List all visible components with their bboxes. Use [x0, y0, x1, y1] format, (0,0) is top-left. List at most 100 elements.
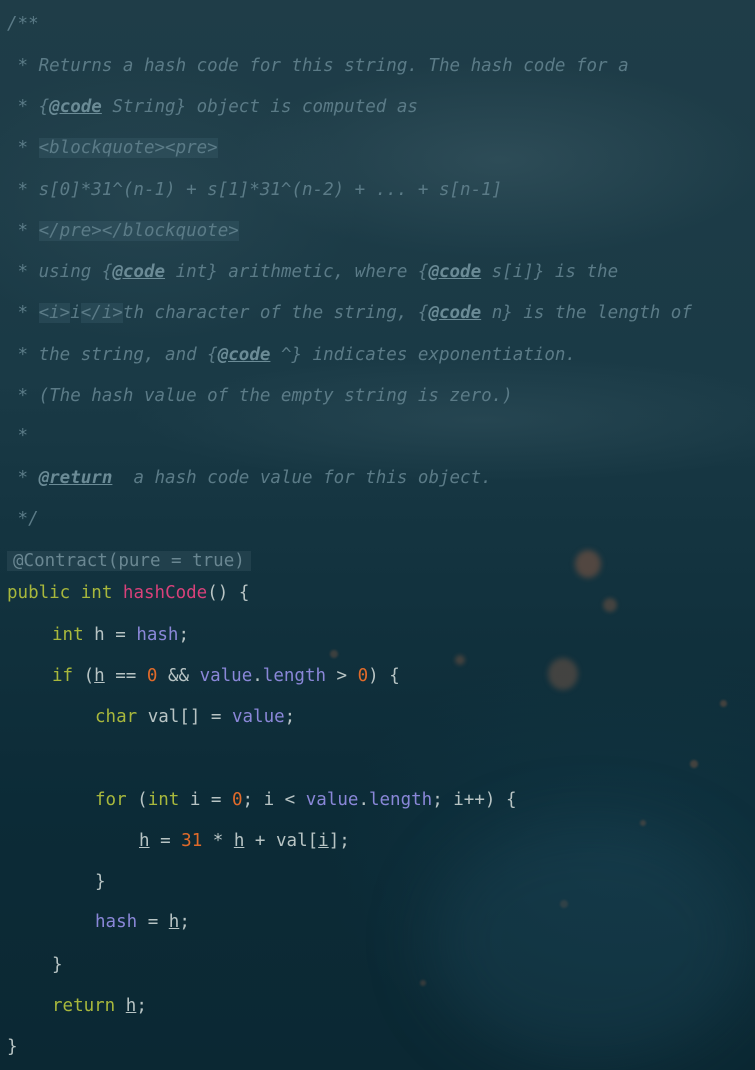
- number-literal: 0: [146, 666, 158, 686]
- code-line[interactable]: if (h == 0 && value.length > 0) {: [52, 664, 400, 688]
- doc-text: ^} indicates exponentiation.: [270, 345, 576, 365]
- variable-h[interactable]: h: [169, 912, 180, 932]
- code-punctuation: ==: [104, 666, 147, 686]
- field-hash[interactable]: hash: [136, 625, 178, 645]
- code-punctuation: =: [104, 625, 137, 645]
- field-value[interactable]: value: [306, 790, 359, 810]
- background-haze: [430, 820, 750, 1060]
- code-line[interactable]: }: [7, 1035, 18, 1059]
- number-literal: 0: [231, 790, 243, 810]
- doc-text: * using {: [7, 262, 113, 282]
- background-lantern-6: [640, 820, 646, 826]
- doc-comment-open[interactable]: /**: [7, 12, 39, 36]
- code-text: i =: [179, 790, 232, 810]
- doc-return-tag: @return: [38, 468, 113, 488]
- doc-code-tag: @code: [428, 303, 482, 323]
- doc-html-tag: </i>: [80, 303, 123, 323]
- field-value[interactable]: value: [232, 707, 285, 727]
- doc-code-tag: @code: [49, 97, 102, 117]
- number-literal: 0: [357, 666, 369, 686]
- code-line[interactable]: h = 31 * h + val[i];: [139, 829, 350, 853]
- int-keyword: int: [147, 790, 180, 810]
- code-punctuation: (: [126, 790, 148, 810]
- code-line[interactable]: }: [52, 953, 63, 977]
- code-line[interactable]: char val[] = value;: [95, 705, 295, 729]
- doc-comment-line[interactable]: *: [7, 424, 29, 448]
- doc-text: int} arithmetic, where {: [165, 262, 429, 282]
- field-hash[interactable]: hash: [95, 912, 137, 932]
- doc-comment-close[interactable]: */: [7, 507, 39, 531]
- doc-html-tag: </pre></blockquote>: [38, 221, 239, 241]
- code-punctuation: =: [137, 912, 169, 932]
- variable-h[interactable]: h: [94, 625, 105, 645]
- code-line[interactable]: hash = h;: [95, 910, 190, 934]
- doc-text: *: [7, 468, 39, 488]
- code-line[interactable]: }: [95, 870, 106, 894]
- int-keyword: int: [80, 583, 113, 603]
- doc-text: n} is the length of: [481, 303, 692, 323]
- doc-code-tag: @code: [428, 262, 482, 282]
- doc-comment-line[interactable]: * using {@code int} arithmetic, where {@…: [7, 260, 619, 284]
- code-punctuation: ;: [136, 996, 147, 1016]
- doc-comment-line[interactable]: * <blockquote><pre>: [7, 136, 218, 160]
- variable-h[interactable]: h: [126, 996, 137, 1016]
- public-keyword: public: [7, 583, 71, 603]
- doc-text: String} object is computed as: [101, 97, 418, 117]
- if-keyword: if: [52, 666, 74, 686]
- code-line[interactable]: for (int i = 0; i < value.length; i++) {: [95, 788, 517, 812]
- doc-comment-line[interactable]: * the string, and {@code ^} indicates ex…: [7, 343, 576, 367]
- background-lantern-4: [455, 655, 465, 665]
- doc-text: *: [7, 303, 39, 323]
- doc-text: *: [7, 138, 39, 158]
- background-lantern-3: [603, 598, 617, 612]
- code-punctuation: () {: [207, 583, 250, 603]
- code-text: val[] =: [137, 707, 232, 727]
- code-punctuation: .: [358, 790, 369, 810]
- doc-text: * the string, and {: [7, 345, 218, 365]
- doc-comment-line[interactable]: * Returns a hash code for this string. T…: [7, 54, 629, 78]
- doc-comment-line[interactable]: * s[0]*31^(n-1) + s[1]*31^(n-2) + ... + …: [7, 178, 503, 202]
- code-line[interactable]: return h;: [52, 994, 147, 1018]
- doc-text: * {: [7, 97, 50, 117]
- background-lantern-5: [690, 760, 698, 768]
- method-name[interactable]: hashCode: [123, 583, 207, 603]
- doc-html-tag: <i>: [38, 303, 71, 323]
- background-lantern-1: [575, 550, 601, 578]
- code-text: + val[: [244, 831, 319, 851]
- doc-text: a hash code value for this object.: [112, 468, 492, 488]
- code-punctuation: =: [149, 831, 182, 851]
- background-lantern-7: [720, 700, 727, 707]
- doc-comment-line[interactable]: * </pre></blockquote>: [7, 219, 239, 243]
- variable-h[interactable]: h: [139, 831, 150, 851]
- method-signature-line[interactable]: public int hashCode() {: [7, 581, 249, 605]
- code-punctuation: *: [202, 831, 234, 851]
- code-punctuation: ) {: [368, 666, 400, 686]
- background-lantern-2: [548, 658, 578, 690]
- code-punctuation: (: [73, 666, 95, 686]
- doc-text: *: [7, 221, 39, 241]
- field-length[interactable]: length: [369, 790, 432, 810]
- doc-comment-line[interactable]: * (The hash value of the empty string is…: [7, 384, 513, 408]
- doc-code-tag: @code: [217, 345, 271, 365]
- field-value[interactable]: value: [200, 666, 253, 686]
- contract-annotation[interactable]: @Contract(pure = true): [7, 551, 251, 571]
- doc-text: s[i]} is the: [481, 262, 619, 282]
- background-lantern-10: [330, 650, 338, 658]
- background-lantern-9: [560, 900, 568, 908]
- contract-annotation-line[interactable]: @Contract(pure = true): [7, 549, 251, 573]
- code-punctuation: ];: [328, 831, 350, 851]
- number-literal: 31: [181, 831, 203, 851]
- doc-code-tag: @code: [112, 262, 166, 282]
- variable-h[interactable]: h: [94, 666, 105, 686]
- doc-text: i: [70, 303, 81, 323]
- doc-comment-line[interactable]: * <i>i</i>th character of the string, {@…: [7, 301, 692, 325]
- code-editor[interactable]: /** * Returns a hash code for this strin…: [0, 0, 755, 1070]
- variable-i[interactable]: i: [318, 831, 329, 851]
- code-punctuation: .: [252, 666, 263, 686]
- variable-h[interactable]: h: [234, 831, 245, 851]
- code-text: ; i <: [242, 790, 306, 810]
- doc-comment-line[interactable]: * @return a hash code value for this obj…: [7, 466, 492, 490]
- code-line[interactable]: int h = hash;: [52, 623, 189, 647]
- field-length[interactable]: length: [263, 666, 326, 686]
- doc-comment-line[interactable]: * {@code String} object is computed as: [7, 95, 418, 119]
